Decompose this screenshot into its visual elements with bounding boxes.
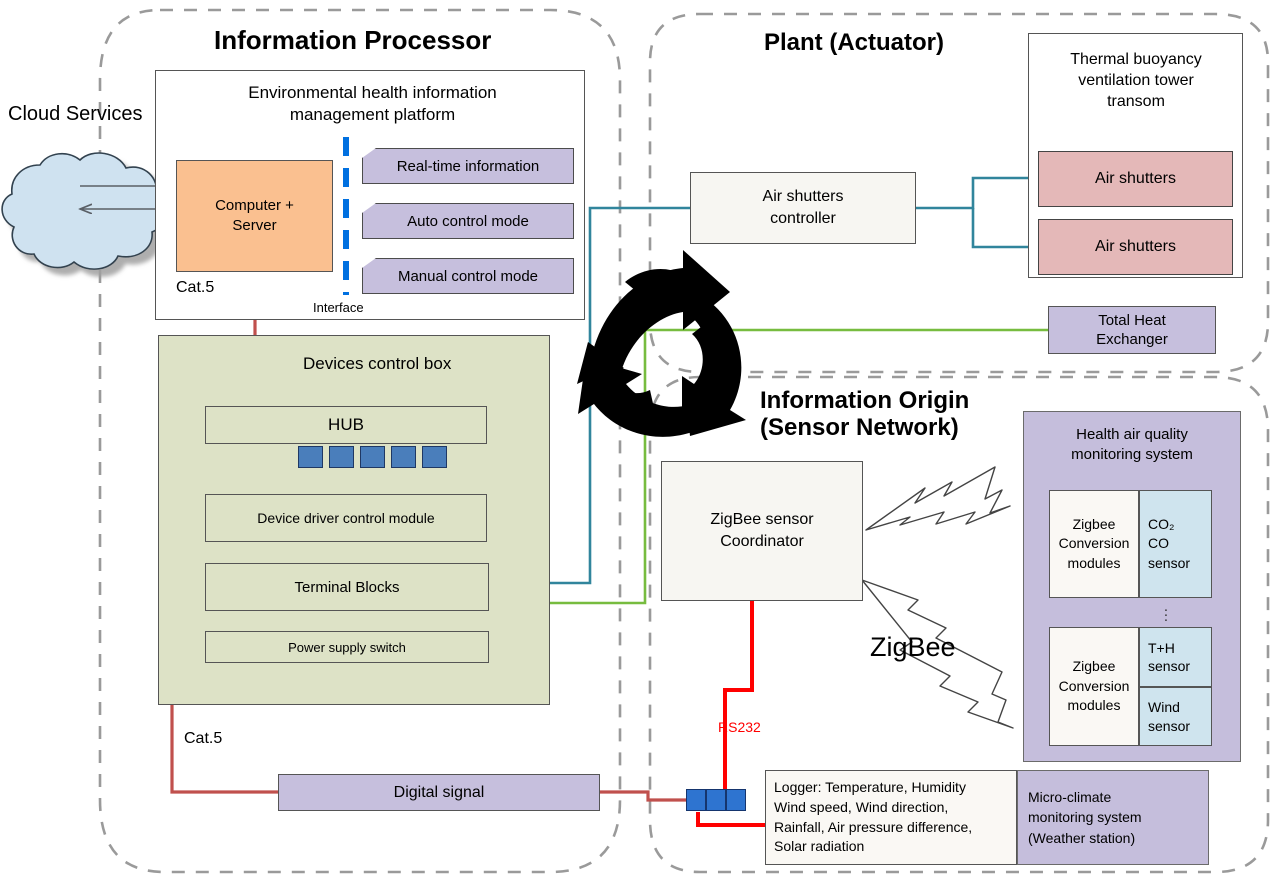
- cat5-top-label: Cat.5: [176, 279, 215, 296]
- terminal-blocks[interactable]: Terminal Blocks: [205, 563, 489, 611]
- zigbee-conversion-module-2[interactable]: Zigbee Conversion modules: [1049, 627, 1139, 746]
- hub-port-4[interactable]: [391, 446, 416, 468]
- hub-port-3[interactable]: [360, 446, 385, 468]
- computer-server-box[interactable]: Computer + Server: [176, 160, 333, 272]
- rs232-port-1[interactable]: [686, 789, 706, 811]
- ventilation-tower-title: Thermal buoyancy ventilation tower trans…: [1070, 51, 1202, 110]
- modules-ellipsis: ...: [1163, 598, 1169, 625]
- hub-port-5[interactable]: [422, 446, 447, 468]
- micro-climate-monitoring-system[interactable]: Micro-climate monitoring system (Weather…: [1017, 770, 1209, 865]
- platform-title: Environmental health information managem…: [248, 83, 497, 125]
- air-shutters-2[interactable]: Air shutters: [1038, 219, 1233, 275]
- air-quality-title: Health air quality monitoring system: [1071, 426, 1193, 464]
- t-h-sensor[interactable]: T+H sensor: [1139, 627, 1212, 687]
- cycle-arrows-icon: [577, 250, 746, 437]
- banner-real-time-information[interactable]: Real-time information: [362, 148, 574, 184]
- interface-label: Interface: [313, 300, 364, 315]
- zigbee-sensor-coordinator[interactable]: ZigBee sensor Coordinator: [661, 461, 863, 601]
- co2-co-sensor[interactable]: CO₂ CO sensor: [1139, 490, 1212, 598]
- total-heat-exchanger[interactable]: Total Heat Exchanger: [1048, 306, 1216, 354]
- wire-connector-to-logger: [696, 812, 765, 827]
- air-shutters-controller[interactable]: Air shutters controller: [690, 172, 916, 244]
- wire-controller-to-shutters: [916, 176, 1038, 210]
- interface-divider: [343, 137, 349, 295]
- rs232-label: RS232: [718, 719, 761, 735]
- region-title-plant: Plant (Actuator): [764, 29, 944, 56]
- cat5-bottom-label: Cat.5: [184, 730, 223, 747]
- devices-control-box-title: Devices control box: [303, 354, 452, 373]
- diagram-canvas: Information Processor Plant (Actuator) I…: [0, 0, 1280, 886]
- wind-sensor[interactable]: Wind sensor: [1139, 687, 1212, 746]
- hub-port-1[interactable]: [298, 446, 323, 468]
- weather-logger[interactable]: Logger: Temperature, Humidity Wind speed…: [765, 770, 1017, 865]
- wire-digital-signal-to-connector: [600, 790, 690, 802]
- zigbee-conversion-module-1[interactable]: Zigbee Conversion modules: [1049, 490, 1139, 598]
- device-driver-control-module[interactable]: Device driver control module: [205, 494, 487, 542]
- cloud-services-label: Cloud Services: [8, 103, 143, 125]
- region-title-information-processor: Information Processor: [214, 25, 492, 55]
- hub-box[interactable]: HUB: [205, 406, 487, 444]
- banner-manual-control-mode[interactable]: Manual control mode: [362, 258, 574, 294]
- power-supply-switch[interactable]: Power supply switch: [205, 631, 489, 663]
- zigbee-bolt-upper: [865, 466, 1011, 531]
- rs232-port-3[interactable]: [726, 789, 746, 811]
- cloud-shape: [1, 152, 167, 270]
- banner-auto-control-mode[interactable]: Auto control mode: [362, 203, 574, 239]
- wire-rs232-coordinator-to-logger: [723, 600, 754, 800]
- air-shutters-1[interactable]: Air shutters: [1038, 151, 1233, 207]
- region-title-information-origin: Information Origin (Sensor Network): [760, 387, 970, 441]
- zigbee-label: ZigBee: [870, 632, 956, 662]
- rs232-port-2[interactable]: [706, 789, 726, 811]
- hub-port-2[interactable]: [329, 446, 354, 468]
- digital-signal-box[interactable]: Digital signal: [278, 774, 600, 811]
